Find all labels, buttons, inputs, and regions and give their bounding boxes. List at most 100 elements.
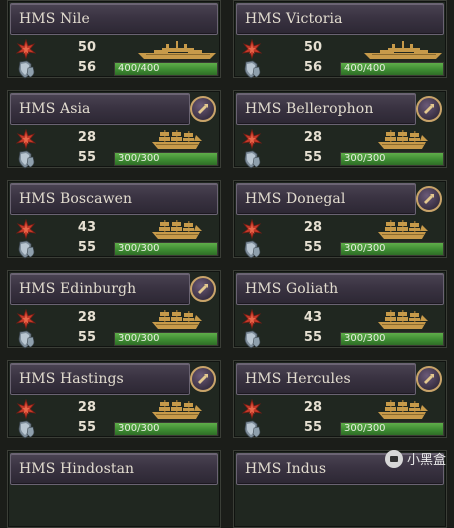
ship-name-bar[interactable]: HMS Boscawen — [10, 183, 218, 215]
defense-shield-icon — [16, 149, 36, 169]
upgrade-icon[interactable] — [416, 366, 442, 392]
ship-name-bar[interactable]: HMS Goliath — [236, 273, 444, 305]
hull-strength-bar: 300/300 — [114, 242, 218, 256]
attack-icon — [241, 308, 263, 330]
ship-name: HMS Bellerophon — [245, 101, 374, 117]
sailing-ship-icon — [136, 129, 218, 151]
hull-strength-bar: 300/300 — [114, 422, 218, 436]
attack-stat: 43 — [240, 308, 326, 330]
attack-value: 50 — [303, 40, 322, 55]
hull-strength-bar: 400/400 — [340, 62, 444, 76]
attack-value: 28 — [77, 310, 96, 325]
attack-icon — [241, 398, 263, 420]
ironclad-ship-icon — [136, 39, 218, 61]
hull-strength-text: 300/300 — [344, 423, 386, 434]
attack-icon — [15, 38, 37, 60]
ship-card[interactable]: HMS Boscawen 43 55 300/300 — [7, 180, 221, 259]
ship-card[interactable]: HMS Asia 28 55 300/300 — [7, 90, 221, 169]
hull-strength-bar: 300/300 — [340, 242, 444, 256]
ship-name-bar[interactable]: HMS Hercules — [236, 363, 416, 395]
attack-icon — [15, 308, 37, 330]
ship-name-bar[interactable]: HMS Asia — [10, 93, 190, 125]
hull-strength-text: 300/300 — [344, 153, 386, 164]
ship-card[interactable]: HMS Bellerophon 28 55 300/300 — [233, 90, 447, 169]
ship-card[interactable]: HMS Victoria 50 56 400/400 — [233, 0, 447, 79]
ship-name: HMS Hercules — [245, 371, 351, 387]
defense-value: 56 — [303, 60, 322, 75]
sailing-ship-icon — [136, 219, 218, 241]
defense-shield-icon — [242, 419, 262, 439]
ship-name: HMS Hindostan — [19, 461, 135, 477]
attack-value: 28 — [77, 130, 96, 145]
watermark-text: 小黑盒 — [406, 453, 446, 468]
attack-stat: 28 — [14, 128, 100, 150]
attack-stat: 28 — [240, 128, 326, 150]
ship-name: HMS Indus — [245, 461, 327, 477]
defense-shield-icon — [242, 149, 262, 169]
attack-value: 50 — [77, 40, 96, 55]
defense-value: 55 — [77, 150, 96, 165]
ship-name-bar[interactable]: HMS Hindostan — [10, 453, 218, 485]
sailing-ship-icon — [362, 309, 444, 331]
attack-icon — [15, 218, 37, 240]
defense-shield-icon — [16, 329, 36, 349]
ship-name-bar[interactable]: HMS Bellerophon — [236, 93, 416, 125]
hull-strength-text: 400/400 — [118, 63, 160, 74]
ship-name: HMS Asia — [19, 101, 91, 117]
defense-shield-icon — [16, 239, 36, 259]
ship-card[interactable]: HMS Hindostan — [7, 450, 221, 528]
defense-stat: 55 — [14, 149, 100, 169]
ironclad-ship-icon — [362, 39, 444, 61]
ship-name-bar[interactable]: HMS Victoria — [236, 3, 444, 35]
attack-value: 28 — [303, 400, 322, 415]
hull-strength-bar: 400/400 — [114, 62, 218, 76]
sailing-ship-icon — [362, 129, 444, 151]
ship-name-bar[interactable]: HMS Hastings — [10, 363, 190, 395]
ship-card[interactable]: HMS Hastings 28 55 300/300 — [7, 360, 221, 439]
attack-stat: 28 — [14, 308, 100, 330]
ship-name: HMS Boscawen — [19, 191, 133, 207]
ship-card[interactable]: HMS Donegal 28 55 300/300 — [233, 180, 447, 259]
attack-stat: 28 — [240, 398, 326, 420]
ship-card[interactable]: HMS Goliath 43 55 300/300 — [233, 270, 447, 349]
ship-card[interactable]: HMS Hercules 28 55 300/300 — [233, 360, 447, 439]
ship-name-bar[interactable]: HMS Edinburgh — [10, 273, 190, 305]
hull-strength-text: 300/300 — [118, 333, 160, 344]
attack-stat: 28 — [240, 218, 326, 240]
upgrade-icon[interactable] — [416, 186, 442, 212]
defense-stat: 55 — [240, 239, 326, 259]
attack-icon — [15, 398, 37, 420]
hull-strength-text: 300/300 — [344, 333, 386, 344]
hull-strength-text: 400/400 — [344, 63, 386, 74]
sailing-ship-icon — [136, 309, 218, 331]
defense-value: 55 — [303, 330, 322, 345]
attack-stat: 28 — [14, 398, 100, 420]
hull-strength-text: 300/300 — [118, 423, 160, 434]
attack-value: 43 — [303, 310, 322, 325]
hull-strength-bar: 300/300 — [114, 332, 218, 346]
attack-stat: 43 — [14, 218, 100, 240]
upgrade-icon[interactable] — [190, 96, 216, 122]
attack-icon — [241, 218, 263, 240]
upgrade-icon[interactable] — [190, 276, 216, 302]
ship-name-bar[interactable]: HMS Nile — [10, 3, 218, 35]
upgrade-icon[interactable] — [190, 366, 216, 392]
attack-icon — [241, 128, 263, 150]
defense-value: 55 — [77, 330, 96, 345]
defense-value: 55 — [303, 240, 322, 255]
ship-name-bar[interactable]: HMS Donegal — [236, 183, 416, 215]
defense-stat: 55 — [14, 239, 100, 259]
hull-strength-text: 300/300 — [344, 243, 386, 254]
sailing-ship-icon — [362, 399, 444, 421]
ship-name: HMS Edinburgh — [19, 281, 137, 297]
ship-card[interactable]: HMS Edinburgh 28 55 300/300 — [7, 270, 221, 349]
attack-stat: 50 — [14, 38, 100, 60]
upgrade-icon[interactable] — [416, 96, 442, 122]
ship-name: HMS Donegal — [245, 191, 346, 207]
attack-value: 28 — [303, 130, 322, 145]
defense-stat: 55 — [240, 419, 326, 439]
ship-card[interactable]: HMS Nile 50 56 400/400 — [7, 0, 221, 79]
defense-stat: 55 — [240, 329, 326, 349]
defense-shield-icon — [16, 59, 36, 79]
ship-name: HMS Victoria — [245, 11, 343, 27]
